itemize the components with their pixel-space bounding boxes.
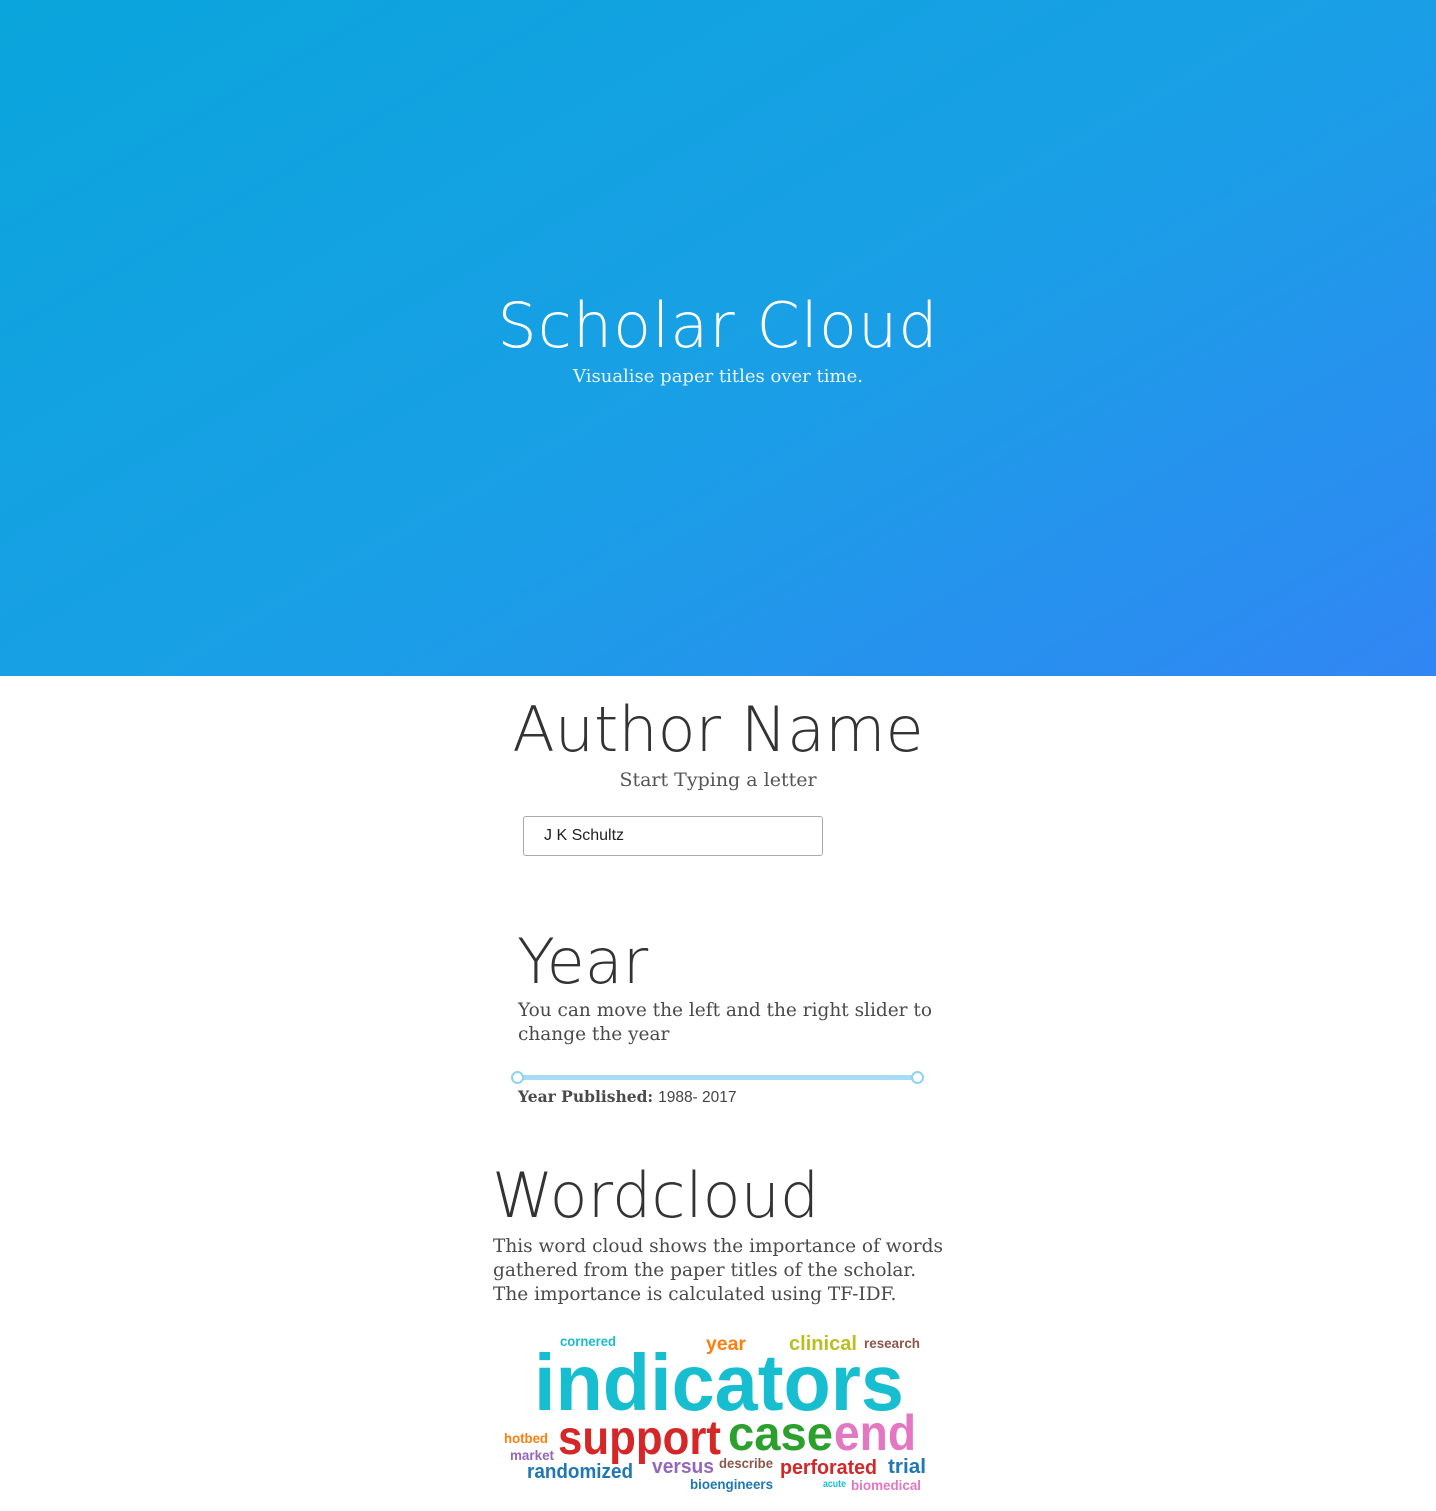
year-range-slider-track[interactable] [518, 1075, 918, 1080]
wordcloud-word: research [864, 1335, 920, 1351]
wordcloud-word: year [706, 1334, 747, 1355]
wordcloud-word: bioengineers [690, 1476, 773, 1492]
year-heading: Year [517, 925, 649, 998]
wordcloud-word: trial [888, 1456, 926, 1478]
hero-banner: Scholar Cloud Visualise paper titles ove… [0, 0, 1436, 676]
author-name-hint: Start Typing a letter [619, 769, 817, 791]
wordcloud-word: market [510, 1447, 554, 1463]
wordcloud-heading: Wordcloud [492, 1159, 820, 1232]
wordcloud-word: case [728, 1408, 833, 1461]
author-name-heading: Author Name [512, 693, 924, 766]
year-published-label: Year Published: [518, 1087, 654, 1106]
year-slider-right-handle[interactable] [911, 1071, 924, 1084]
wordcloud-description: This word cloud shows the importance of … [493, 1236, 943, 1305]
wordcloud-word: clinical [789, 1333, 857, 1355]
site-tagline: Visualise paper titles over time. [573, 366, 863, 387]
site-title: Scholar Cloud [497, 289, 939, 362]
year-description: You can move the left and the right slid… [518, 1000, 932, 1045]
wordcloud-word: versus [652, 1456, 714, 1478]
wordcloud-word: cornered [560, 1333, 616, 1349]
wordcloud-word: end [834, 1405, 916, 1461]
wordcloud-word: acute [823, 1479, 846, 1490]
wordcloud-word: support [558, 1412, 721, 1465]
wordcloud-word: perforated [780, 1457, 877, 1479]
year-slider-left-handle[interactable] [511, 1071, 524, 1084]
wordcloud-word: randomized [527, 1461, 633, 1483]
wordcloud-word: describe [719, 1455, 773, 1471]
author-name-input[interactable] [523, 816, 823, 856]
wordcloud-word: biomedical [851, 1477, 921, 1493]
year-published-readout: Year Published: 1988- 2017 [518, 1087, 737, 1108]
year-published-value: 1988- 2017 [658, 1089, 737, 1106]
wordcloud-word: indicators [534, 1338, 904, 1427]
wordcloud-word: hotbed [504, 1430, 548, 1446]
